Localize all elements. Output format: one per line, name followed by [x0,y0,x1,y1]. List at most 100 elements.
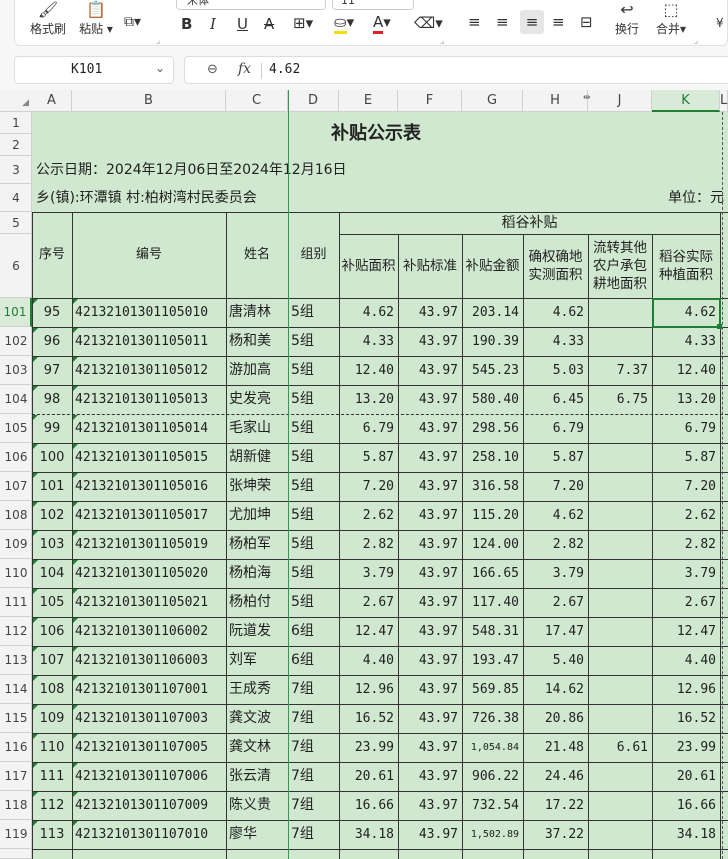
cell-confirmed[interactable]: 5.40 [523,646,588,675]
clipboard-expand-icon[interactable]: ⌟ [156,36,160,46]
cell-confirmed[interactable]: 2.82 [523,530,588,559]
cell-actual[interactable]: 34.18 [652,820,720,849]
row-header[interactable]: 119 [0,820,32,849]
location-line[interactable]: 乡(镇):环潭镇 村:柏树湾村民委员会 [36,184,536,212]
row-header[interactable]: 116 [0,733,32,762]
font-color-button[interactable]: A▾ [373,13,391,34]
header-actual[interactable]: 稻谷实际种植面积 [654,234,718,298]
cell-name[interactable]: 杨柏付 [226,588,288,617]
cell-std[interactable]: 43.97 [398,298,462,327]
cell-code[interactable]: 42132101301105012 [72,356,226,385]
cell-actual[interactable]: 7.20 [652,472,720,501]
cell-name[interactable]: 胡新健 [226,443,288,472]
fill-color-button[interactable]: ⛀▾ [334,13,354,34]
cell-area[interactable]: 12.96 [339,675,398,704]
row-header[interactable]: 6 [0,234,32,298]
cell-confirmed[interactable]: 14.62 [523,675,588,704]
cell-transfer[interactable] [588,414,652,443]
cell-code[interactable]: 42132101301105013 [72,385,226,414]
cell-name[interactable]: 唐清林 [226,298,288,327]
cell-area[interactable]: 16.66 [339,791,398,820]
header-transfer[interactable]: 流转其他农户承包耕地面积 [590,234,650,298]
cell-area[interactable]: 12.47 [339,617,398,646]
cell-amount[interactable]: 732.54 [462,791,523,820]
cell-amount[interactable]: 124.00 [462,530,523,559]
cell-seq[interactable]: 110 [32,733,72,762]
cell-confirmed[interactable]: 24.46 [523,762,588,791]
cell-code[interactable]: 42132101301105020 [72,559,226,588]
row-header[interactable]: 117 [0,762,32,791]
format-painter-button[interactable]: 🖌 格式刷 [28,0,68,37]
cell-std[interactable]: 43.97 [398,646,462,675]
cell-confirmed[interactable]: 2.67 [523,588,588,617]
chevron-down-icon[interactable]: ⌄ [155,61,165,75]
name-box[interactable]: K101 ⌄ [14,56,174,84]
cell-std[interactable]: 43.97 [398,530,462,559]
cell-std[interactable]: 43.97 [398,791,462,820]
select-all-corner[interactable]: ◢ [0,90,32,112]
cell-std[interactable]: 43.97 [398,385,462,414]
cell-area[interactable]: 20.61 [339,762,398,791]
row-header[interactable]: 2 [0,134,32,156]
cell-amount[interactable]: 726.38 [462,704,523,733]
cell-group[interactable]: 5组 [288,385,339,414]
cell-amount[interactable]: 569.85 [462,675,523,704]
cell-name[interactable]: 张云清 [226,762,288,791]
cell-actual[interactable]: 2.62 [652,501,720,530]
cell-code[interactable]: 42132101301107006 [72,762,226,791]
cell-name[interactable]: 史发亮 [226,385,288,414]
font-size-select[interactable]: 11 [332,0,414,10]
row-header[interactable]: 118 [0,791,32,820]
cell-code[interactable]: 42132101301106002 [72,617,226,646]
cell-seq[interactable]: 101 [32,472,72,501]
date-line[interactable]: 公示日期：2024年12月06日至2024年12月16日 [36,156,636,184]
cell-actual[interactable]: 4.33 [652,327,720,356]
header-std[interactable]: 补贴标准 [400,234,460,298]
row-header-partial[interactable] [0,849,32,859]
row-header[interactable]: 110 [0,559,32,588]
cell-transfer[interactable] [588,588,652,617]
cell-area[interactable]: 16.52 [339,704,398,733]
cell-code[interactable]: 42132101301107005 [72,733,226,762]
cell-confirmed[interactable]: 6.45 [523,385,588,414]
wrap-text-button[interactable]: ↩ 换行 [609,0,645,37]
underline-button[interactable]: U [237,15,248,33]
cell-std[interactable]: 43.97 [398,733,462,762]
cell-confirmed[interactable]: 5.03 [523,356,588,385]
column-header-f[interactable]: F [398,90,462,112]
cell-group[interactable]: 5组 [288,414,339,443]
cell-name[interactable]: 龚文林 [226,733,288,762]
cell-transfer[interactable] [588,501,652,530]
align-left-button[interactable]: ≡ [468,13,481,31]
cell-transfer[interactable] [588,791,652,820]
cell-code[interactable]: 42132101301105011 [72,327,226,356]
italic-button[interactable]: I [210,15,216,33]
cell-std[interactable]: 43.97 [398,820,462,849]
header-amount[interactable]: 补贴金额 [464,234,521,298]
cell-actual[interactable]: 12.40 [652,356,720,385]
align-center-button[interactable]: ≡ [496,13,509,31]
cell-seq[interactable]: 99 [32,414,72,443]
row-header[interactable]: 1 [0,112,32,134]
cell-std[interactable]: 43.97 [398,559,462,588]
column-header-c[interactable]: C [226,90,288,112]
cell-amount[interactable]: 115.20 [462,501,523,530]
cell-code[interactable]: 42132101301106003 [72,646,226,675]
row-header[interactable]: 102 [0,327,32,356]
cell-transfer[interactable] [588,820,652,849]
cell-name[interactable]: 刘军 [226,646,288,675]
cell-confirmed[interactable]: 4.33 [523,327,588,356]
cell-name[interactable]: 阮道发 [226,617,288,646]
row-header[interactable]: 114 [0,675,32,704]
cell-confirmed[interactable]: 3.79 [523,559,588,588]
cell-confirmed[interactable]: 4.62 [523,298,588,327]
cell-group[interactable]: 5组 [288,501,339,530]
cell-seq[interactable]: 97 [32,356,72,385]
cell-std[interactable]: 43.97 [398,704,462,733]
cell-std[interactable]: 43.97 [398,327,462,356]
cell-transfer[interactable] [588,704,652,733]
cell-actual[interactable]: 5.87 [652,443,720,472]
cell-code[interactable]: 42132101301105019 [72,530,226,559]
cell-area[interactable]: 2.67 [339,588,398,617]
header-confirmed[interactable]: 确权确地实测面积 [525,234,586,298]
